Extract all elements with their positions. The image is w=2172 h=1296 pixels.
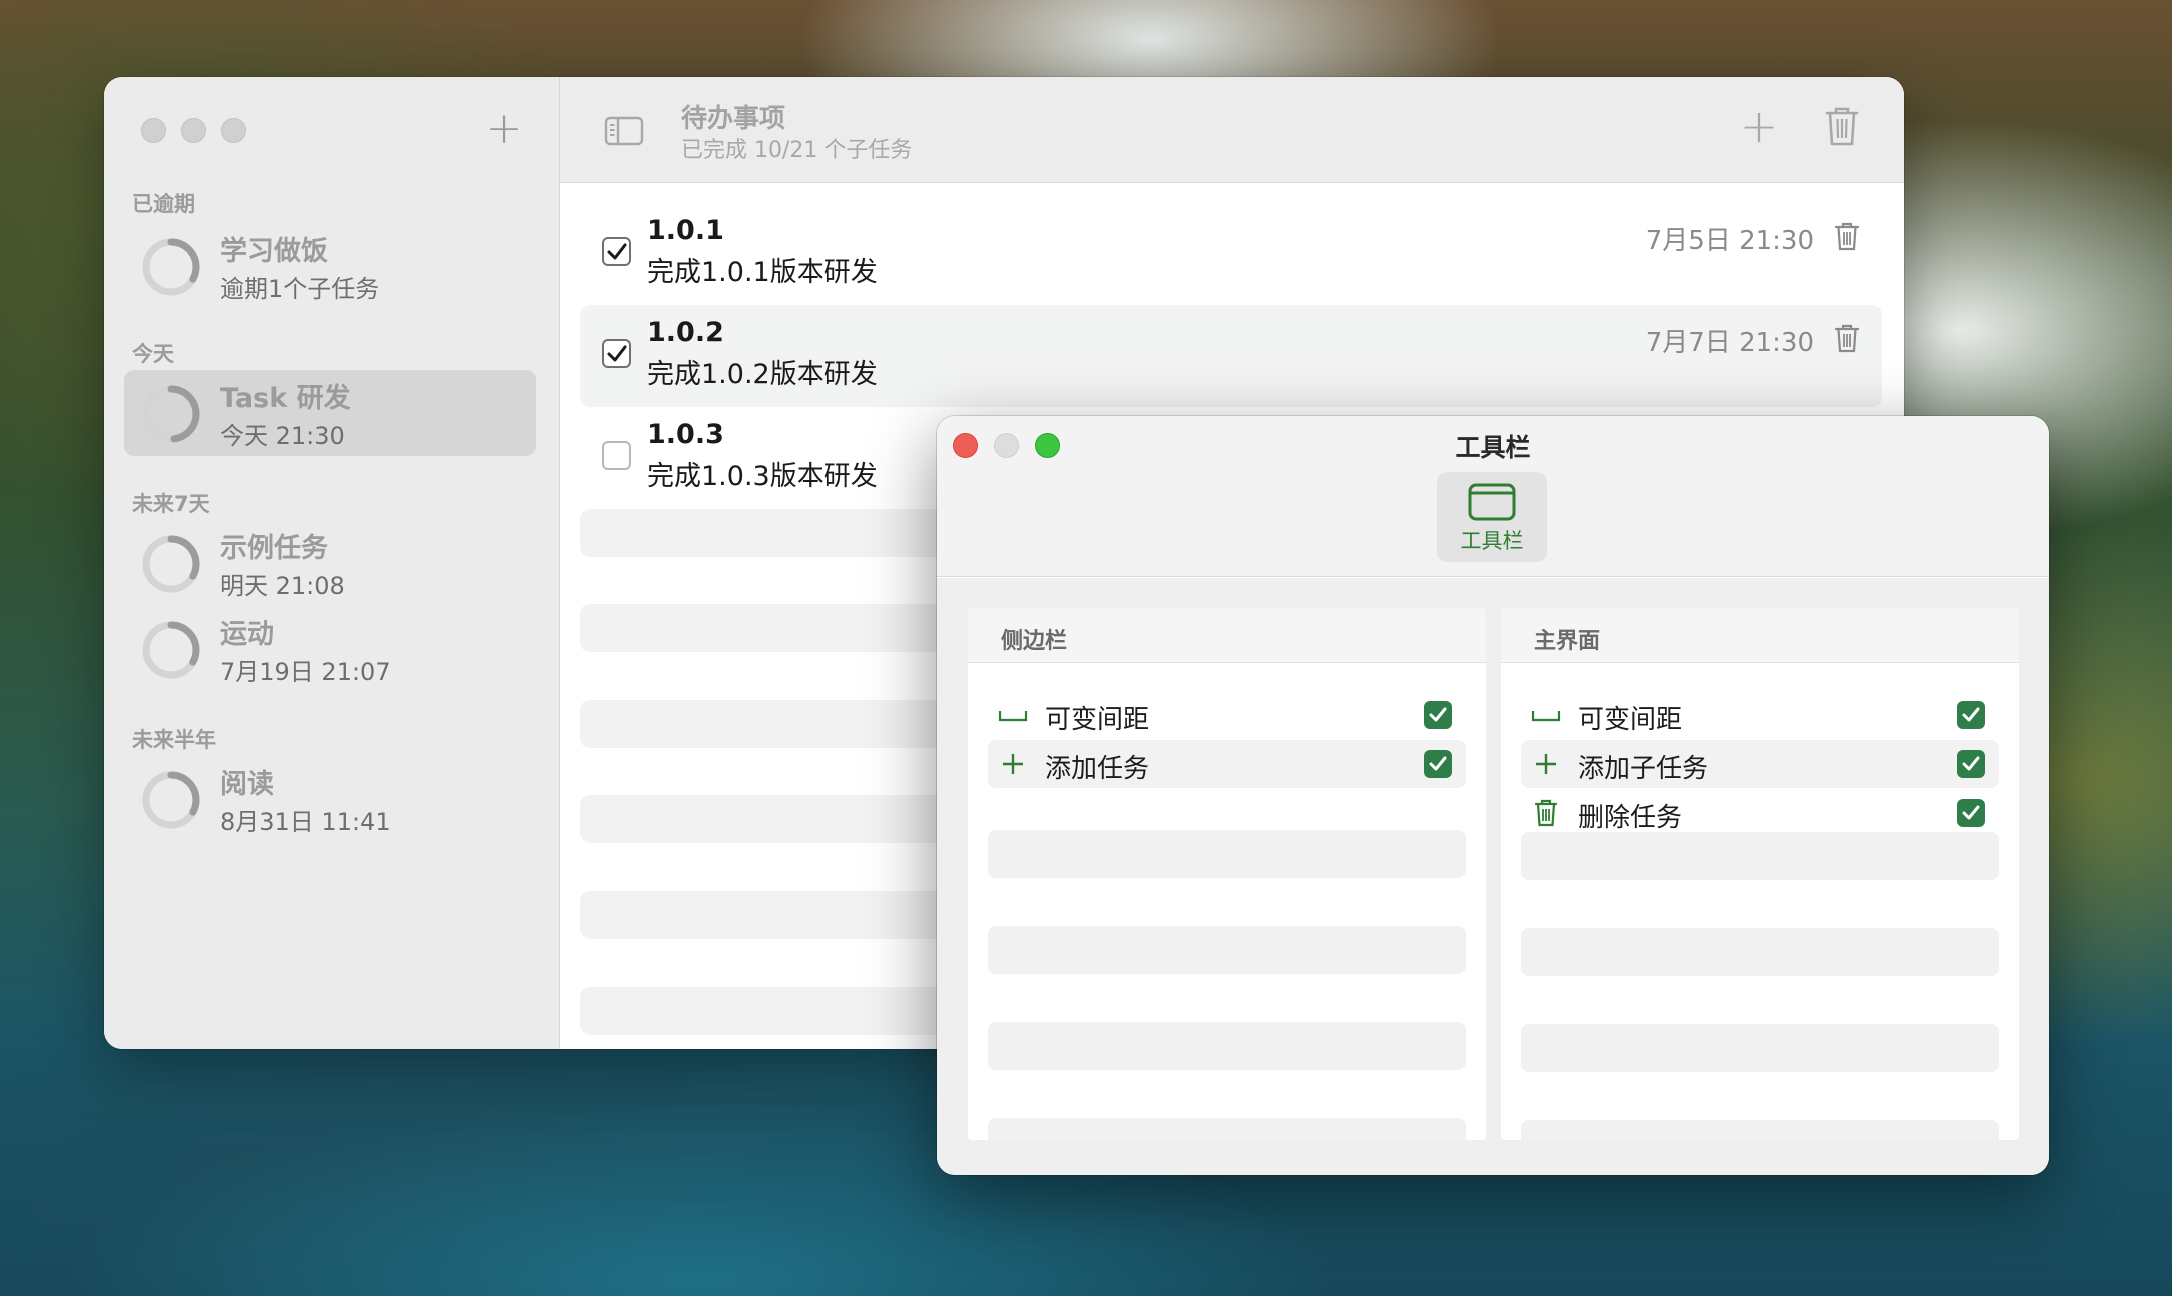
task-description: 完成1.0.1版本研发 xyxy=(647,257,878,288)
space-icon xyxy=(1531,701,1561,729)
section-next-7-days: 未来7天 xyxy=(132,492,210,516)
sidebar: + 已逾期 学习做饭 逾期1个子任务 今天 Task 研发 今天 21:30 未… xyxy=(104,77,560,1049)
empty-option-placeholder xyxy=(988,1118,1466,1140)
sidebar-item-subtitle: 7月19日 21:07 xyxy=(220,658,391,686)
task-checkbox[interactable] xyxy=(602,339,631,368)
option-checkbox[interactable] xyxy=(1957,799,1985,827)
toolbar-option[interactable]: 可变间距 xyxy=(1521,691,1999,739)
panel-header: 主界面 xyxy=(1501,608,2019,663)
task-description: 完成1.0.3版本研发 xyxy=(647,461,878,492)
window-icon xyxy=(1468,483,1516,521)
empty-option-placeholder xyxy=(1521,832,1999,880)
sidebar-toggle-icon[interactable] xyxy=(604,111,644,151)
sidebar-item-title: 学习做饭 xyxy=(220,236,328,267)
progress-ring-icon xyxy=(142,535,200,593)
task-checkbox[interactable] xyxy=(602,237,631,266)
toolbar-option[interactable]: 添加子任务 xyxy=(1521,740,1999,788)
sidebar-item-subtitle: 明天 21:08 xyxy=(220,572,345,600)
checkmark-icon xyxy=(1429,707,1447,722)
sidebar-item-subtitle: 逾期1个子任务 xyxy=(220,275,380,303)
panel-header: 侧边栏 xyxy=(968,608,1486,663)
option-checkbox[interactable] xyxy=(1957,701,1985,729)
sidebar-toolbar-panel: 侧边栏 可变间距 添加任务 xyxy=(968,608,1486,1140)
progress-ring-icon xyxy=(142,385,200,443)
option-checkbox[interactable] xyxy=(1957,750,1985,778)
section-today: 今天 xyxy=(132,342,174,366)
preferences-titlebar: 工具栏 工具栏 xyxy=(937,416,2049,577)
close-button[interactable] xyxy=(141,118,166,143)
add-subtask-button[interactable]: + xyxy=(1736,103,1782,149)
task-checkbox[interactable] xyxy=(602,441,631,470)
checkmark-icon xyxy=(1429,756,1447,771)
progress-ring-icon xyxy=(142,238,200,296)
sidebar-item-title: 阅读 xyxy=(220,769,274,800)
plus-icon xyxy=(1531,750,1561,778)
sidebar-item-title: 运动 xyxy=(220,619,274,650)
sidebar-item[interactable]: 学习做饭 逾期1个子任务 xyxy=(124,223,536,309)
sidebar-item[interactable]: 示例任务 明天 21:08 xyxy=(124,520,536,606)
sidebar-item-title: 示例任务 xyxy=(220,533,328,564)
progress-ring-icon xyxy=(142,771,200,829)
task-name: 1.0.3 xyxy=(647,419,724,450)
space-icon xyxy=(998,701,1028,729)
sidebar-item[interactable]: 阅读 8月31日 11:41 xyxy=(124,756,536,842)
toolbar-option[interactable]: 可变间距 xyxy=(988,691,1466,739)
panel-title: 主界面 xyxy=(1534,629,1601,654)
window-controls xyxy=(141,118,246,143)
list-title: 待办事项 xyxy=(681,104,786,134)
option-checkbox[interactable] xyxy=(1424,750,1452,778)
empty-option-placeholder xyxy=(988,1022,1466,1070)
task-name: 1.0.1 xyxy=(647,215,724,246)
sidebar-item-subtitle: 8月31日 11:41 xyxy=(220,808,391,836)
empty-option-placeholder xyxy=(1521,1024,1999,1072)
checkmark-icon xyxy=(1962,707,1980,722)
toolbar-preferences-window: 工具栏 工具栏 侧边栏 可变间距 添加任务 主界面 可变间距 添加子任务 删除任… xyxy=(937,416,2049,1175)
trash-icon[interactable] xyxy=(1834,323,1860,353)
trash-icon xyxy=(1531,799,1561,827)
task-row[interactable]: 1.0.1 完成1.0.1版本研发 7月5日 21:30 xyxy=(580,203,1882,305)
sidebar-item-subtitle: 今天 21:30 xyxy=(220,422,345,450)
main-toolbar-panel: 主界面 可变间距 添加子任务 删除任务 xyxy=(1501,608,2019,1140)
sidebar-add-button[interactable]: + xyxy=(482,107,526,151)
tab-label: 工具栏 xyxy=(1460,529,1524,553)
option-label: 添加任务 xyxy=(1045,754,1150,784)
task-row[interactable]: 1.0.2 完成1.0.2版本研发 7月7日 21:30 xyxy=(580,305,1882,407)
checkmark-icon xyxy=(1962,756,1980,771)
sidebar-item-title: Task 研发 xyxy=(220,383,351,414)
checkmark-icon xyxy=(607,345,626,361)
empty-option-placeholder xyxy=(1521,1120,1999,1140)
trash-icon[interactable] xyxy=(1834,221,1860,251)
option-label: 添加子任务 xyxy=(1578,754,1709,784)
zoom-button[interactable] xyxy=(221,118,246,143)
empty-option-placeholder xyxy=(988,926,1466,974)
option-checkbox[interactable] xyxy=(1424,701,1452,729)
window-title: 工具栏 xyxy=(1455,433,1531,462)
task-description: 完成1.0.2版本研发 xyxy=(647,359,878,390)
tab-toolbar[interactable]: 工具栏 xyxy=(1437,472,1547,562)
option-label: 删除任务 xyxy=(1578,803,1683,833)
sidebar-item[interactable]: Task 研发 今天 21:30 xyxy=(124,370,536,456)
toolbar: 待办事项 已完成 10/21 个子任务 + xyxy=(560,77,1904,183)
plus-icon xyxy=(998,750,1028,778)
checkmark-icon xyxy=(1962,805,1980,820)
option-label: 可变间距 xyxy=(1578,705,1683,735)
minimize-button[interactable] xyxy=(181,118,206,143)
section-overdue: 已逾期 xyxy=(132,192,195,216)
section-next-half-year: 未来半年 xyxy=(132,728,216,752)
option-label: 可变间距 xyxy=(1045,705,1150,735)
task-name: 1.0.2 xyxy=(647,317,724,348)
toolbar-option[interactable]: 删除任务 xyxy=(1521,789,1999,837)
toolbar-option[interactable]: 添加任务 xyxy=(988,740,1466,788)
empty-option-placeholder xyxy=(988,830,1466,878)
preferences-body: 侧边栏 可变间距 添加任务 主界面 可变间距 添加子任务 删除任务 xyxy=(937,578,2049,1175)
task-date: 7月5日 21:30 xyxy=(1645,226,1814,256)
checkmark-icon xyxy=(607,243,626,259)
list-progress-text: 已完成 10/21 个子任务 xyxy=(681,138,913,163)
trash-icon[interactable] xyxy=(1824,105,1860,147)
panel-title: 侧边栏 xyxy=(1001,629,1068,654)
sidebar-item[interactable]: 运动 7月19日 21:07 xyxy=(124,606,536,692)
task-date: 7月7日 21:30 xyxy=(1645,328,1814,358)
progress-ring-icon xyxy=(142,621,200,679)
empty-option-placeholder xyxy=(1521,928,1999,976)
